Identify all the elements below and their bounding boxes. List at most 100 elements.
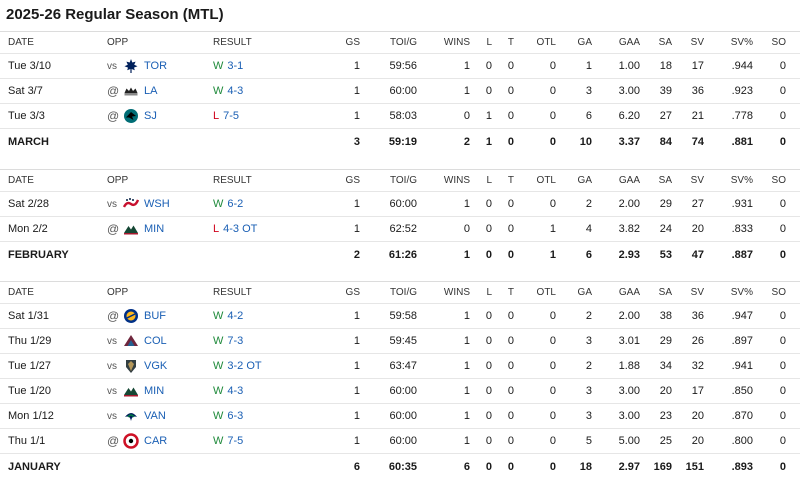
opponent-link[interactable]: TOR bbox=[144, 60, 167, 72]
stat-wins: 1 bbox=[463, 198, 470, 210]
home-away-indicator: vs bbox=[107, 385, 117, 397]
stat-gaa: 3.82 bbox=[618, 223, 640, 235]
stat-wins: 0 bbox=[463, 110, 470, 122]
result-win-loss: W bbox=[213, 410, 224, 422]
result-win-loss: W bbox=[213, 335, 224, 347]
column-header-result: RESULT bbox=[213, 37, 252, 48]
result-score-link[interactable]: 7-5 bbox=[223, 110, 239, 122]
column-header-gs: GS bbox=[345, 175, 360, 186]
result-cell: W 6-2 bbox=[213, 192, 303, 216]
result-score-link[interactable]: 7-3 bbox=[227, 335, 243, 347]
stat-so: 0 bbox=[779, 360, 786, 372]
stat-gaa: 1.88 bbox=[618, 360, 640, 372]
stat-sa: 34 bbox=[659, 360, 672, 372]
column-header-opp: OPP bbox=[107, 175, 129, 186]
result-score-link[interactable]: 6-2 bbox=[227, 198, 243, 210]
result-score-link[interactable]: 4-3 bbox=[227, 385, 243, 397]
stat-toi: 63:47 bbox=[389, 360, 417, 372]
opponent-link[interactable]: CAR bbox=[144, 435, 167, 447]
opponent-link[interactable]: SJ bbox=[144, 110, 157, 122]
result-score-link[interactable]: 4-3 bbox=[227, 85, 243, 97]
stat-otl: 0 bbox=[549, 85, 556, 97]
opponent-link[interactable]: BUF bbox=[144, 310, 166, 322]
column-header-l: L bbox=[486, 287, 492, 298]
column-header-so: SO bbox=[771, 175, 786, 186]
stat-otl: 0 bbox=[549, 360, 556, 372]
stat-sa: 29 bbox=[659, 198, 672, 210]
total-sv: 151 bbox=[685, 460, 704, 473]
total-wins: 1 bbox=[463, 248, 470, 261]
opponent-link[interactable]: VGK bbox=[144, 360, 167, 372]
result-score-link[interactable]: 3-1 bbox=[227, 60, 243, 72]
stat-gaa: 3.01 bbox=[618, 335, 640, 347]
total-otl: 0 bbox=[549, 460, 556, 473]
game-date: Tue 1/27 bbox=[8, 360, 52, 372]
golden-knights-logo-icon bbox=[123, 358, 139, 374]
stat-so: 0 bbox=[779, 435, 786, 447]
result-cell: L 7-5 bbox=[213, 104, 303, 128]
column-header-opp: OPP bbox=[107, 37, 129, 48]
stat-ga: 3 bbox=[585, 85, 592, 97]
result-score-link[interactable]: 3-2 OT bbox=[227, 360, 261, 372]
opponent-link[interactable]: LA bbox=[144, 85, 157, 97]
result-score-link[interactable]: 4-2 bbox=[227, 310, 243, 322]
total-svp: .893 bbox=[731, 460, 753, 473]
stat-gaa: 3.00 bbox=[618, 385, 640, 397]
stat-toi: 60:00 bbox=[389, 410, 417, 422]
total-l: 0 bbox=[485, 248, 492, 261]
stat-svp: .833 bbox=[731, 223, 753, 235]
stat-t: 0 bbox=[507, 85, 514, 97]
stat-gs: 1 bbox=[353, 110, 360, 122]
stat-gaa: 5.00 bbox=[618, 435, 640, 447]
stat-otl: 0 bbox=[549, 60, 556, 72]
capitals-logo-icon bbox=[122, 196, 140, 212]
stat-otl: 0 bbox=[549, 385, 556, 397]
column-header-sa: SA bbox=[658, 175, 672, 186]
column-header-gaa: GAA bbox=[618, 37, 640, 48]
game-date: Tue 3/3 bbox=[8, 110, 45, 122]
stat-wins: 1 bbox=[463, 385, 470, 397]
column-header-result: RESULT bbox=[213, 175, 252, 186]
opponent-link[interactable]: COL bbox=[144, 335, 167, 347]
total-sv: 74 bbox=[691, 135, 704, 148]
stat-otl: 0 bbox=[549, 335, 556, 347]
stat-sv: 36 bbox=[691, 310, 704, 322]
column-header-t: T bbox=[507, 287, 514, 298]
table-row: Tue 1/20 vs MIN W 4-3 1 60:00 1 0 0 0 3 3.00 20 17 .850… bbox=[0, 379, 800, 404]
home-away-indicator: @ bbox=[107, 434, 120, 448]
total-toi: 61:26 bbox=[388, 248, 417, 261]
stat-sv: 21 bbox=[691, 110, 704, 122]
stat-sa: 24 bbox=[659, 223, 672, 235]
home-away-indicator: vs bbox=[107, 335, 117, 347]
stat-sa: 27 bbox=[659, 110, 672, 122]
home-away-indicator: @ bbox=[107, 109, 120, 123]
stat-ga: 2 bbox=[585, 310, 592, 322]
opponent-link[interactable]: MIN bbox=[144, 223, 164, 235]
home-away-indicator: vs bbox=[107, 410, 117, 422]
stat-l: 0 bbox=[485, 60, 492, 72]
stat-sv: 32 bbox=[691, 360, 704, 372]
column-header-t: T bbox=[507, 37, 514, 48]
total-gs: 3 bbox=[353, 135, 360, 148]
total-gaa: 2.97 bbox=[618, 460, 640, 473]
game-date: Tue 1/20 bbox=[8, 385, 52, 397]
stat-svp: .944 bbox=[731, 60, 753, 72]
result-score-link[interactable]: 6-3 bbox=[227, 410, 243, 422]
stat-otl: 0 bbox=[549, 410, 556, 422]
stat-t: 0 bbox=[507, 223, 514, 235]
result-score-link[interactable]: 7-5 bbox=[227, 435, 243, 447]
stat-wins: 1 bbox=[463, 310, 470, 322]
stat-wins: 1 bbox=[463, 85, 470, 97]
sabres-logo-icon bbox=[123, 308, 139, 324]
stat-ga: 1 bbox=[585, 60, 592, 72]
result-score-link[interactable]: 4-3 OT bbox=[223, 223, 257, 235]
home-away-indicator: vs bbox=[107, 60, 117, 72]
game-log-table: DATE OPP RESULT GS TOI/G WINS L T OTL GA GAA SA SV SV… bbox=[0, 281, 800, 479]
opponent-link[interactable]: VAN bbox=[144, 410, 166, 422]
stat-gs: 1 bbox=[353, 335, 360, 347]
opponent-link[interactable]: WSH bbox=[144, 198, 170, 210]
opponent-link[interactable]: MIN bbox=[144, 385, 164, 397]
game-date: Sat 2/28 bbox=[8, 198, 49, 210]
month-label: JANUARY bbox=[8, 460, 61, 473]
result-cell: W 7-5 bbox=[213, 429, 303, 453]
